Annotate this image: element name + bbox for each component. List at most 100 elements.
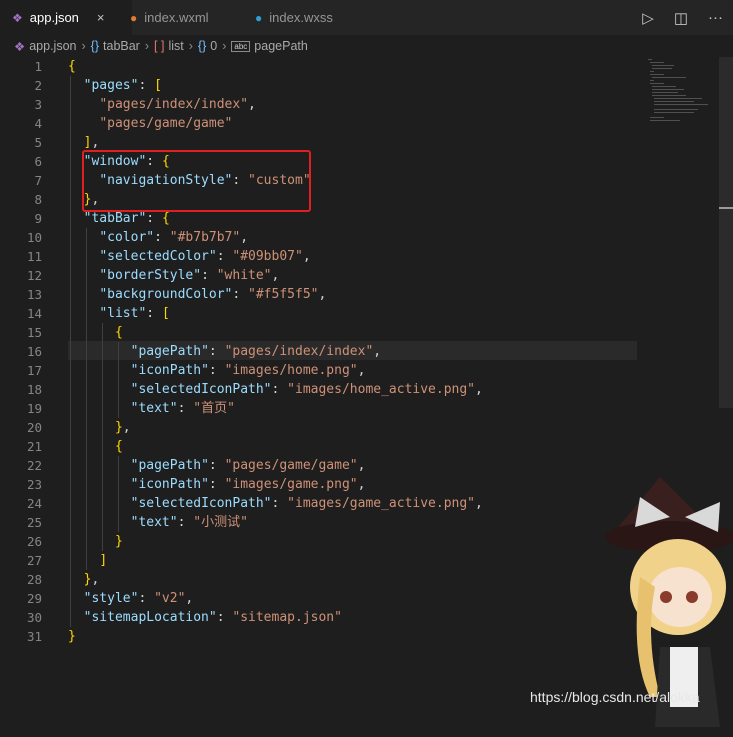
line-number: 27 xyxy=(26,553,42,568)
code-text: } xyxy=(68,629,76,644)
line-number: 7 xyxy=(34,173,42,188)
tab-index-wxss[interactable]: ● index.wxss xyxy=(255,0,333,35)
code-line[interactable]: 14 "list": [ xyxy=(0,304,640,323)
breadcrumb: ❖ app.json › {} tabBar › [ ] list › {} 0… xyxy=(0,35,733,57)
code-text: "iconPath": "images/home.png", xyxy=(130,363,366,378)
scrollbar-thumb[interactable] xyxy=(719,207,733,209)
code-text: "selectedColor": "#09bb07", xyxy=(99,249,311,264)
code-line[interactable]: 18 "selectedIconPath": "images/home_acti… xyxy=(0,380,640,399)
line-number: 3 xyxy=(34,97,42,112)
code-line[interactable]: 20 }, xyxy=(0,418,640,437)
line-number: 10 xyxy=(26,230,42,245)
code-line[interactable]: 23 "iconPath": "images/game.png", xyxy=(0,475,640,494)
code-line[interactable]: 27 ] xyxy=(0,551,640,570)
code-line[interactable]: 28 }, xyxy=(0,570,640,589)
editor-actions: ▷ ◫ ··· xyxy=(622,0,723,35)
line-number: 20 xyxy=(26,420,42,435)
code-line[interactable]: 19 "text": "首页" xyxy=(0,399,640,418)
line-number: 16 xyxy=(26,344,42,359)
vertical-scrollbar[interactable] xyxy=(719,57,733,408)
code-text: { xyxy=(68,59,76,74)
code-line[interactable]: 4 "pages/game/game" xyxy=(0,114,640,133)
code-line[interactable]: 12 "borderStyle": "white", xyxy=(0,266,640,285)
tab-label: index.wxml xyxy=(144,10,209,25)
code-text: "pages": [ xyxy=(83,78,162,93)
line-number: 25 xyxy=(26,515,42,530)
object-icon: {} xyxy=(90,39,100,53)
code-text: "selectedIconPath": "images/home_active.… xyxy=(130,382,483,397)
tab-label: app.json xyxy=(29,10,79,25)
code-line[interactable]: 29 "style": "v2", xyxy=(0,589,640,608)
code-line[interactable]: 24 "selectedIconPath": "images/game_acti… xyxy=(0,494,640,513)
code-text: "style": "v2", xyxy=(83,591,194,606)
breadcrumb-item[interactable]: 0 xyxy=(210,39,217,53)
code-line[interactable]: 31} xyxy=(0,627,640,646)
string-icon: abc xyxy=(231,40,251,52)
code-line[interactable]: 22 "pagePath": "pages/game/game", xyxy=(0,456,640,475)
code-line[interactable]: 13 "backgroundColor": "#f5f5f5", xyxy=(0,285,640,304)
split-editor-icon[interactable]: ◫ xyxy=(674,9,688,27)
tab-label: index.wxss xyxy=(269,10,333,25)
code-line[interactable]: 16 "pagePath": "pages/index/index", xyxy=(0,342,640,361)
window-highlight-box xyxy=(82,150,311,212)
line-number: 15 xyxy=(26,325,42,340)
object-icon: {} xyxy=(197,39,207,53)
ellipsis-icon[interactable]: ··· xyxy=(708,9,723,26)
code-line[interactable]: 3 "pages/index/index", xyxy=(0,95,640,114)
line-number: 23 xyxy=(26,477,42,492)
breadcrumb-item[interactable]: pagePath xyxy=(254,39,308,53)
code-text: "list": [ xyxy=(99,306,170,321)
code-text: } xyxy=(114,534,123,549)
code-line[interactable]: 2 "pages": [ xyxy=(0,76,640,95)
line-number: 12 xyxy=(26,268,42,283)
wxss-icon: ● xyxy=(255,10,263,25)
line-number: 31 xyxy=(26,629,42,644)
close-icon[interactable]: × xyxy=(97,10,105,25)
line-number: 14 xyxy=(26,306,42,321)
code-line[interactable]: 1{ xyxy=(0,57,640,76)
chevron-right-icon: › xyxy=(144,39,150,53)
breadcrumb-item[interactable]: tabBar xyxy=(103,39,140,53)
wxml-icon: ● xyxy=(130,10,138,25)
line-number: 8 xyxy=(34,192,42,207)
code-line[interactable]: 21 { xyxy=(0,437,640,456)
array-icon: [ ] xyxy=(154,39,165,53)
breadcrumb-item[interactable]: app.json xyxy=(29,39,76,53)
code-text: ] xyxy=(99,553,108,568)
code-text: }, xyxy=(83,572,100,587)
code-line[interactable]: 26 } xyxy=(0,532,640,551)
line-number: 13 xyxy=(26,287,42,302)
tab-app-json[interactable]: ❖ app.json × xyxy=(0,0,132,35)
line-number: 4 xyxy=(34,116,42,131)
code-editor[interactable]: 1{2 "pages": [3 "pages/index/index", 4 "p… xyxy=(0,57,733,727)
code-text: "borderStyle": "white", xyxy=(99,268,280,283)
breadcrumb-item[interactable]: list xyxy=(168,39,183,53)
code-text: "text": "首页" xyxy=(130,401,235,416)
code-line[interactable]: 15 { xyxy=(0,323,640,342)
code-text: "iconPath": "images/game.png", xyxy=(130,477,366,492)
line-number: 29 xyxy=(26,591,42,606)
code-text: { xyxy=(114,439,123,454)
code-line[interactable]: 10 "color": "#b7b7b7", xyxy=(0,228,640,247)
chevron-right-icon: › xyxy=(188,39,193,53)
code-line[interactable]: 17 "iconPath": "images/home.png", xyxy=(0,361,640,380)
json-icon: ❖ xyxy=(14,39,26,54)
line-number: 28 xyxy=(26,572,42,587)
code-line[interactable]: 30 "sitemapLocation": "sitemap.json" xyxy=(0,608,640,627)
line-number: 9 xyxy=(34,211,42,226)
play-icon[interactable]: ▷ xyxy=(642,9,654,27)
line-number: 5 xyxy=(34,135,42,150)
code-text: "text": "小测试" xyxy=(130,515,248,530)
code-text: "color": "#b7b7b7", xyxy=(99,230,249,245)
chevron-right-icon: › xyxy=(81,39,86,53)
line-number: 26 xyxy=(26,534,42,549)
minimap[interactable] xyxy=(644,57,724,127)
json-icon: ❖ xyxy=(12,10,23,25)
line-number: 6 xyxy=(34,154,42,169)
line-number: 24 xyxy=(26,496,42,511)
code-line[interactable]: 25 "text": "小测试" xyxy=(0,513,640,532)
code-text: "pages/game/game" xyxy=(99,116,233,131)
code-text: { xyxy=(114,325,123,340)
tab-index-wxml[interactable]: ● index.wxml xyxy=(130,0,209,35)
code-line[interactable]: 11 "selectedColor": "#09bb07", xyxy=(0,247,640,266)
